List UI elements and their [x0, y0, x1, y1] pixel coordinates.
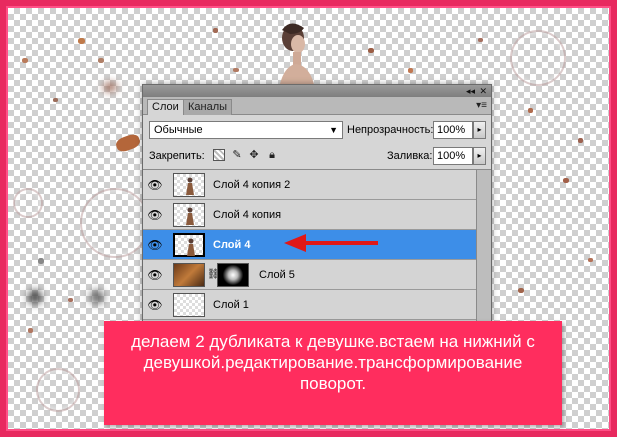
layer-row[interactable]: 👁︎ Слой 4 копия 2 — [143, 170, 476, 200]
debris-speck — [98, 58, 104, 63]
blend-mode-value: Обычные — [154, 124, 203, 136]
bubble — [510, 30, 566, 86]
layers-panel: ◂◂ ✕ Слои Каналы ▾≡ Обычные ▼ Непрозрачн… — [142, 84, 492, 328]
opacity-label: Непрозрачность: — [347, 124, 434, 136]
panel-tabs: Слои Каналы ▾≡ — [143, 97, 491, 115]
blend-row: Обычные ▼ Непрозрачность: 100% ▸ — [143, 119, 491, 141]
debris-speck — [28, 328, 33, 333]
debris-speck — [78, 38, 85, 44]
eye-icon[interactable]: 👁︎ — [147, 177, 163, 193]
debris-speck — [588, 258, 593, 262]
layer-thumbnail — [173, 233, 205, 257]
layer-name: Слой 4 копия — [213, 209, 282, 221]
layer-thumbnail — [173, 173, 205, 197]
close-icon[interactable]: ✕ — [479, 85, 487, 97]
bubble — [80, 188, 150, 258]
opacity-slider-button[interactable]: ▸ — [473, 121, 486, 139]
debris-speck — [38, 258, 44, 264]
debris-speck — [213, 28, 218, 33]
fill-input[interactable]: 100% — [433, 147, 473, 165]
blur-spot — [28, 290, 42, 304]
debris-speck — [528, 108, 533, 113]
layer-row[interactable]: 👁︎ Слой 4 копия — [143, 200, 476, 230]
tab-channels[interactable]: Каналы — [183, 99, 233, 115]
layer-thumbnail — [173, 293, 205, 317]
blend-mode-select[interactable]: Обычные ▼ — [149, 121, 343, 139]
bubble — [13, 188, 43, 218]
fill-label: Заливка: — [387, 150, 433, 162]
eye-icon[interactable]: 👁︎ — [147, 297, 163, 313]
blur-spot — [103, 82, 117, 92]
blur-spot — [90, 290, 104, 304]
tab-layers[interactable]: Слои — [147, 99, 184, 115]
chevron-down-icon: ▼ — [329, 125, 338, 135]
debris-speck — [408, 68, 413, 73]
layers-scrollbar[interactable] — [476, 170, 491, 328]
debris-speck — [233, 68, 239, 72]
panel-menu-icon[interactable]: ▾≡ — [476, 100, 487, 111]
debris-speck — [478, 38, 483, 42]
debris-speck — [578, 138, 583, 143]
eye-icon[interactable]: 👁︎ — [147, 207, 163, 223]
layer-name: Слой 4 — [213, 239, 251, 251]
layer-row[interactable]: 👁︎ Слой 1 — [143, 290, 476, 320]
girl-figure — [278, 23, 316, 94]
lock-row: Закрепить: ✎ ✥ 🔒︎ Заливка: 100% ▸ — [143, 145, 491, 167]
fill-slider-button[interactable]: ▸ — [473, 147, 486, 165]
debris-speck — [53, 98, 58, 102]
lock-icon[interactable]: 🔒︎ — [266, 149, 278, 161]
debris-speck — [22, 58, 28, 63]
eye-icon[interactable]: 👁︎ — [147, 237, 163, 253]
red-arrow-icon — [284, 234, 378, 252]
brush-icon[interactable]: ✎ — [231, 149, 243, 161]
layer-thumbnail — [173, 263, 205, 287]
layer-name: Слой 1 — [213, 299, 249, 311]
layer-thumbnail — [173, 203, 205, 227]
debris-speck — [518, 288, 524, 293]
opacity-input[interactable]: 100% — [433, 121, 473, 139]
move-icon[interactable]: ✥ — [248, 149, 260, 161]
layer-name: Слой 4 копия 2 — [213, 179, 291, 191]
debris-speck — [368, 48, 374, 53]
debris-speck — [68, 298, 73, 302]
panel-titlebar: ◂◂ ✕ — [143, 85, 491, 97]
layer-row[interactable]: 👁︎ ⛓︎ Слой 5 — [143, 260, 476, 290]
lock-label: Закрепить: — [149, 150, 205, 162]
layer-name: Слой 5 — [259, 269, 295, 281]
bubble — [36, 368, 80, 412]
eye-icon[interactable]: 👁︎ — [147, 267, 163, 283]
checker-lock-icon[interactable] — [213, 149, 225, 161]
debris-speck — [563, 178, 569, 183]
caption-box: делаем 2 дубликата к девушке.встаем на н… — [104, 321, 562, 425]
debris-speck — [114, 132, 142, 154]
collapse-icon[interactable]: ◂◂ — [466, 85, 475, 97]
layer-mask-thumbnail[interactable] — [217, 263, 249, 287]
